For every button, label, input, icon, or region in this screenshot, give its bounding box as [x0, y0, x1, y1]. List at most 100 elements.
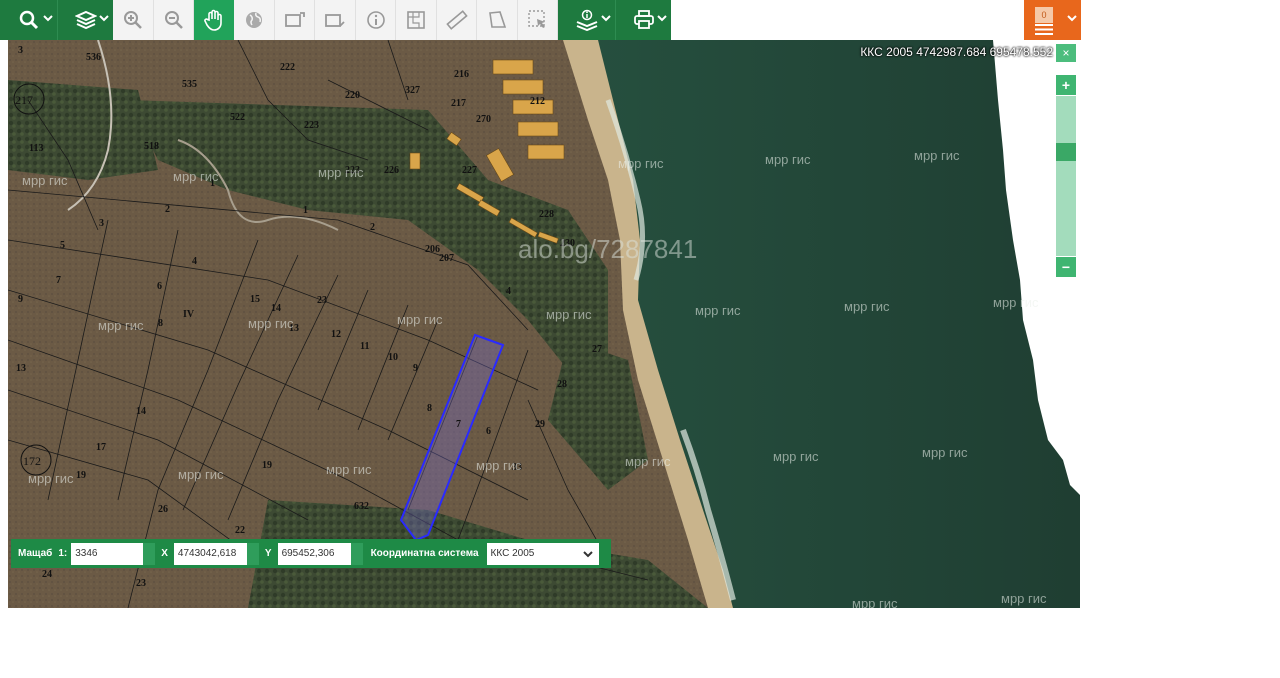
svg-text:23: 23 — [317, 295, 327, 306]
svg-text:5: 5 — [60, 240, 65, 251]
watermark-main: alo.bg/7287841 — [518, 234, 698, 264]
watermark: мрр гис — [922, 445, 968, 460]
sheet-icon — [407, 11, 425, 29]
scale-input[interactable] — [71, 542, 144, 565]
layer-info-icon — [576, 9, 597, 31]
watermark: мрр гис — [98, 318, 144, 333]
svg-text:518: 518 — [144, 141, 159, 152]
watermark: мрр гис — [326, 462, 372, 477]
svg-text:17: 17 — [96, 442, 106, 453]
svg-text:29: 29 — [535, 419, 545, 430]
x-spinner[interactable] — [246, 542, 259, 565]
map-sheet-button[interactable] — [396, 0, 437, 40]
svg-text:1: 1 — [303, 205, 308, 216]
search-icon — [19, 10, 38, 30]
svg-text:228: 228 — [539, 209, 554, 220]
svg-text:7: 7 — [456, 419, 461, 430]
zoom-slider-handle[interactable] — [1056, 143, 1076, 161]
map-view[interactable]: 3 536 535 522 518 113 222 220 223 223 22… — [8, 40, 1080, 608]
print-button[interactable] — [615, 0, 671, 40]
svg-text:522: 522 — [230, 112, 245, 123]
svg-text:270: 270 — [476, 114, 491, 125]
svg-text:8: 8 — [427, 403, 432, 414]
svg-text:222: 222 — [280, 62, 295, 73]
chevron-down-icon — [99, 15, 109, 22]
svg-text:227: 227 — [462, 165, 477, 176]
search-button[interactable] — [0, 0, 57, 40]
svg-text:19: 19 — [262, 460, 272, 471]
svg-text:217: 217 — [15, 93, 33, 107]
svg-text:10: 10 — [388, 352, 398, 363]
svg-text:3: 3 — [18, 45, 23, 56]
svg-text:6: 6 — [486, 426, 491, 437]
cursor-coordinates: ККС 2005 4742987.684 695478.552 — [860, 45, 1053, 59]
zoom-out-button[interactable] — [154, 0, 194, 40]
svg-text:14: 14 — [271, 303, 281, 314]
full-extent-button[interactable] — [234, 0, 275, 40]
watermark: мрр гис — [773, 449, 819, 464]
svg-text:206: 206 — [425, 244, 440, 255]
y-coordinate-input[interactable] — [277, 542, 351, 565]
rect-back-icon — [325, 14, 345, 27]
measure-distance-button[interactable] — [437, 0, 477, 40]
svg-text:172: 172 — [23, 454, 41, 468]
x-coordinate-input[interactable] — [173, 542, 247, 565]
svg-text:226: 226 — [384, 165, 399, 176]
watermark: мрр гис — [1001, 591, 1047, 606]
menu-icon — [1035, 24, 1053, 35]
svg-text:24: 24 — [42, 569, 52, 580]
svg-text:9: 9 — [18, 294, 23, 305]
cart-count-badge: 0 — [1035, 7, 1053, 23]
svg-text:4: 4 — [506, 286, 511, 297]
coordinate-system-select[interactable]: ККС 2005 — [486, 542, 599, 565]
watermark: мрр гис — [173, 169, 219, 184]
zoom-in-button[interactable] — [113, 0, 154, 40]
svg-text:3: 3 — [99, 218, 104, 229]
hand-icon — [204, 9, 222, 31]
svg-text:535: 535 — [182, 79, 197, 90]
ruler-icon — [445, 10, 468, 30]
cart-button[interactable]: 0 — [1024, 0, 1081, 40]
watermark: мрр гис — [318, 165, 364, 180]
zoom-out-slider-button[interactable]: − — [1056, 257, 1076, 277]
select-icon — [527, 10, 545, 28]
info-button[interactable] — [356, 0, 396, 40]
info-icon — [366, 11, 385, 29]
watermark: мрр гис — [993, 295, 1039, 310]
svg-text:14: 14 — [136, 406, 146, 417]
layers-button[interactable] — [57, 0, 113, 40]
svg-text:11: 11 — [360, 341, 369, 352]
svg-text:207: 207 — [439, 253, 454, 264]
close-coordinates-button[interactable]: × — [1056, 44, 1076, 62]
watermark: мрр гис — [625, 454, 671, 469]
svg-text:27: 27 — [592, 344, 602, 355]
svg-text:6: 6 — [157, 281, 162, 292]
zoom-rectangle-button[interactable] — [275, 0, 315, 40]
previous-extent-button[interactable] — [315, 0, 356, 40]
svg-text:8: 8 — [158, 318, 163, 329]
svg-text:113: 113 — [29, 143, 43, 154]
layers-icon — [74, 10, 97, 30]
x-label: X — [161, 548, 168, 559]
svg-text:327: 327 — [405, 85, 420, 96]
scale-prefix: 1: — [58, 548, 68, 559]
scale-spinner[interactable] — [143, 542, 156, 565]
watermark: мрр гис — [22, 173, 68, 188]
svg-text:9: 9 — [413, 363, 418, 374]
zoom-slider-track[interactable] — [1056, 96, 1076, 256]
svg-text:216: 216 — [454, 69, 469, 80]
watermark: мрр гис — [248, 316, 294, 331]
watermark: мрр гис — [765, 152, 811, 167]
svg-text:26: 26 — [158, 504, 168, 515]
svg-text:IV: IV — [183, 309, 195, 320]
layer-info-button[interactable] — [558, 0, 615, 40]
watermark: мрр гис — [546, 307, 592, 322]
print-icon — [633, 10, 654, 29]
zoom-in-slider-button[interactable]: + — [1056, 75, 1076, 95]
select-button[interactable] — [518, 0, 558, 40]
svg-text:2: 2 — [370, 222, 375, 233]
coordinate-system-value: ККС 2005 — [490, 547, 535, 559]
y-spinner[interactable] — [350, 542, 363, 565]
pan-button[interactable] — [194, 0, 234, 40]
measure-area-button[interactable] — [477, 0, 518, 40]
